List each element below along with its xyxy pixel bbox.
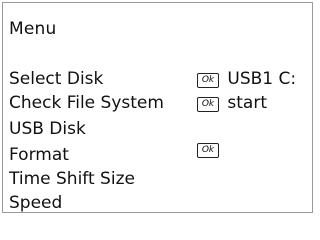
ok-key-icon: Ok	[197, 73, 219, 88]
menu-item-format[interactable]: Format	[9, 145, 69, 165]
menu-item-usb-disk[interactable]: USB Disk	[9, 119, 86, 139]
menu-item-label: Check File System	[9, 93, 164, 113]
menu-item-speed[interactable]: Speed	[9, 193, 62, 213]
menu-title: Menu	[9, 19, 57, 39]
format-value-group[interactable]: Ok	[197, 139, 222, 159]
check-file-system-value: start	[227, 93, 268, 113]
menu-item-select-disk[interactable]: Select Disk	[9, 69, 103, 89]
menu-item-time-shift-size[interactable]: Time Shift Size	[9, 169, 135, 189]
menu-item-check-file-system[interactable]: Check File System	[9, 93, 164, 113]
select-disk-value: USB1 C:	[227, 69, 297, 89]
ok-key-icon: Ok	[197, 97, 219, 112]
select-disk-value-group[interactable]: Ok USB1 C:	[197, 69, 296, 89]
check-file-system-value-group[interactable]: Ok start	[197, 93, 267, 113]
menu-item-label: Format	[9, 145, 69, 165]
menu-item-label: Speed	[9, 193, 63, 213]
menu-item-label: Time Shift Size	[9, 169, 135, 189]
menu-panel: Menu Select Disk Ok USB1 C: Check File S…	[2, 2, 313, 213]
menu-item-label: USB Disk	[9, 119, 86, 139]
ok-key-icon: Ok	[197, 143, 219, 158]
menu-item-label: Select Disk	[9, 69, 104, 89]
